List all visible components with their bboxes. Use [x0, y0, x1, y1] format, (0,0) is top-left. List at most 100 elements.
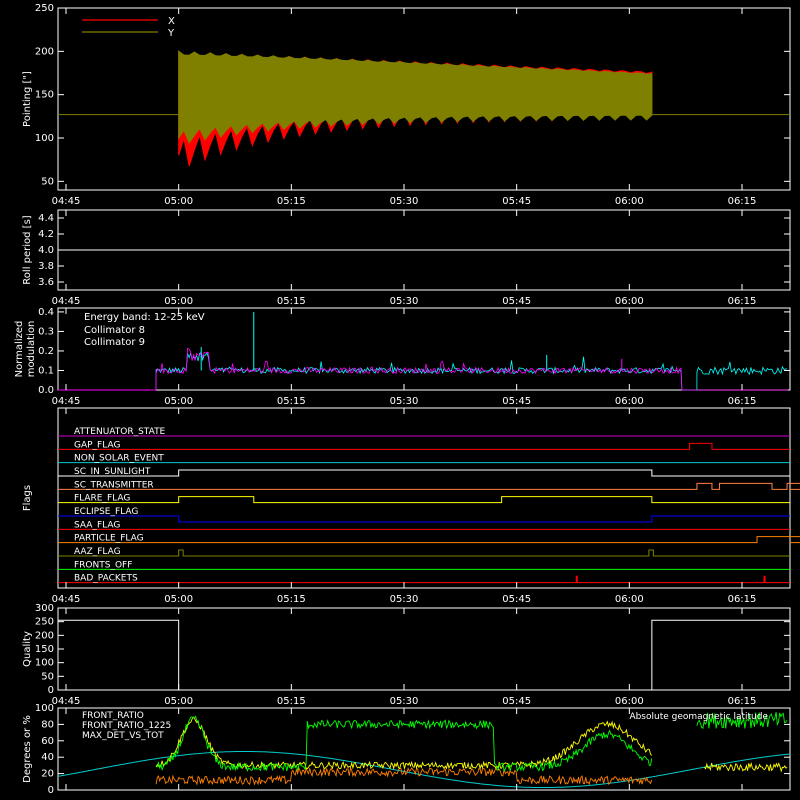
legend-label: Collimator 8	[84, 325, 145, 336]
y-tick-label: 300	[35, 603, 54, 614]
time-tick-label: 06:00	[615, 696, 644, 707]
time-tick-label: 05:45	[502, 396, 531, 407]
time-tick-label: 05:30	[390, 296, 419, 307]
flag-line-particle_flag	[58, 536, 800, 544]
y-tick-label: 4.4	[38, 213, 54, 224]
y-axis-label: Pointing ["]	[22, 71, 33, 127]
time-tick-label: 04:45	[52, 396, 81, 407]
time-tick-label: 06:15	[728, 296, 757, 307]
y-tick-label: 250	[35, 617, 54, 628]
flag-label: NON_SOLAR_EVENT	[74, 454, 164, 464]
legend-label: Collimator 9	[84, 337, 145, 348]
flag-label: FLARE_FLAG	[74, 494, 130, 504]
time-tick-label: 05:30	[390, 594, 419, 605]
y-axis-label: Flags	[22, 485, 33, 511]
time-tick-label: 04:45	[52, 296, 81, 307]
time-tick-label: 06:15	[728, 196, 757, 207]
time-tick-label: 06:15	[728, 396, 757, 407]
time-tick-label: 05:45	[502, 594, 531, 605]
y-tick-label: 0.1	[38, 365, 54, 376]
y-tick-label: 4.2	[38, 229, 54, 240]
y-tick-label: 80	[41, 719, 54, 730]
flag-line-eclipse_flag	[58, 515, 790, 523]
y-tick-label: 0.3	[38, 326, 54, 337]
time-tick-label: 05:30	[390, 696, 419, 707]
flag-label: FRONTS_OFF	[74, 560, 132, 570]
y-axis-label: modulation	[26, 321, 37, 378]
y-axis-label: Roll period [s]	[22, 215, 33, 284]
legend-label: FRONT_RATIO_1225	[82, 721, 171, 731]
time-tick-label: 04:45	[52, 696, 81, 707]
time-tick-label: 06:00	[615, 296, 644, 307]
time-tick-label: 05:00	[164, 594, 193, 605]
y-tick-label: 0	[48, 785, 54, 796]
y-tick-label: 200	[35, 46, 54, 57]
y-tick-label: 4.0	[38, 245, 54, 256]
y-tick-label: 100	[35, 703, 54, 714]
legend-label: MAX_DET_VS_TOT	[82, 731, 164, 741]
y-tick-label: 3.6	[38, 277, 54, 288]
y-tick-label: 20	[41, 769, 54, 780]
y-axis-label: Degrees or %	[22, 715, 33, 783]
modulation-series-0	[155, 351, 788, 391]
front-ratio-series	[155, 716, 653, 771]
flag-line-aaz_flag	[58, 549, 790, 557]
y-tick-label: 150	[35, 644, 54, 655]
y-tick-label: 50	[41, 671, 54, 682]
flag-label: AAZ_FLAG	[74, 547, 121, 557]
y-tick-label: 200	[35, 630, 54, 641]
front-ratio-late	[704, 761, 788, 773]
y-tick-label: 0.0	[38, 385, 54, 396]
flag-label: ECLIPSE_FLAG	[74, 507, 138, 517]
time-tick-label: 05:15	[277, 396, 306, 407]
flag-label: SC_IN_SUNLIGHT	[74, 467, 151, 477]
y-tick-label: 3.8	[38, 261, 54, 272]
time-tick-label: 06:00	[615, 196, 644, 207]
flag-label: PARTICLE_FLAG	[74, 534, 144, 544]
y-axis-label: Quality	[22, 631, 33, 667]
time-tick-label: 04:45	[52, 196, 81, 207]
time-tick-label: 06:15	[728, 594, 757, 605]
flag-label: BAD_PACKETS	[74, 574, 138, 584]
y-tick-label: 250	[35, 3, 54, 14]
y-tick-label: 60	[41, 736, 54, 747]
time-tick-label: 05:30	[390, 396, 419, 407]
y-tick-label: 100	[35, 133, 54, 144]
time-tick-label: 05:15	[277, 296, 306, 307]
flag-label: SAA_FLAG	[74, 520, 120, 530]
flag-label: GAP_FLAG	[74, 440, 120, 450]
y-tick-label: 100	[35, 658, 54, 669]
time-tick-label: 05:15	[277, 594, 306, 605]
time-tick-label: 05:30	[390, 196, 419, 207]
time-tick-label: 05:00	[164, 196, 193, 207]
y-tick-label: 0	[48, 685, 54, 696]
flag-line-gap_flag	[58, 442, 790, 450]
y-tick-label: 50	[41, 176, 54, 187]
modulation-series-1	[155, 347, 788, 391]
quality-line	[58, 619, 790, 691]
time-tick-label: 05:00	[164, 696, 193, 707]
time-tick-label: 06:00	[615, 396, 644, 407]
y-tick-label: 40	[41, 752, 54, 763]
energy-band-label: Energy band: 12-25 keV	[84, 312, 205, 323]
y-tick-label: 150	[35, 90, 54, 101]
pointing-series-Y	[178, 50, 653, 144]
time-tick-label: 04:45	[52, 594, 81, 605]
time-tick-label: 05:00	[164, 396, 193, 407]
y-axis-label: Normalized	[14, 321, 25, 378]
geomagnetic-latitude-label: Absolute geomagnetic latitude	[629, 712, 768, 722]
time-tick-label: 05:45	[502, 296, 531, 307]
flag-label: ATTENUATOR_STATE	[74, 427, 166, 437]
flag-line-flare_flag	[58, 496, 790, 504]
time-tick-label: 06:15	[728, 696, 757, 707]
flag-line-sc_transmitter	[58, 482, 800, 490]
y-tick-label: 0.2	[38, 346, 54, 357]
time-tick-label: 05:00	[164, 296, 193, 307]
legend-label: FRONT_RATIO	[82, 711, 144, 721]
time-tick-label: 05:45	[502, 196, 531, 207]
panel-frame-3	[57, 407, 791, 589]
legend-label: Y	[167, 28, 175, 39]
time-tick-label: 05:15	[277, 696, 306, 707]
chart-figure: 50100150200250Pointing ["]XY04:45 05:00 05…	[14, 3, 800, 796]
time-tick-label: 06:00	[615, 594, 644, 605]
